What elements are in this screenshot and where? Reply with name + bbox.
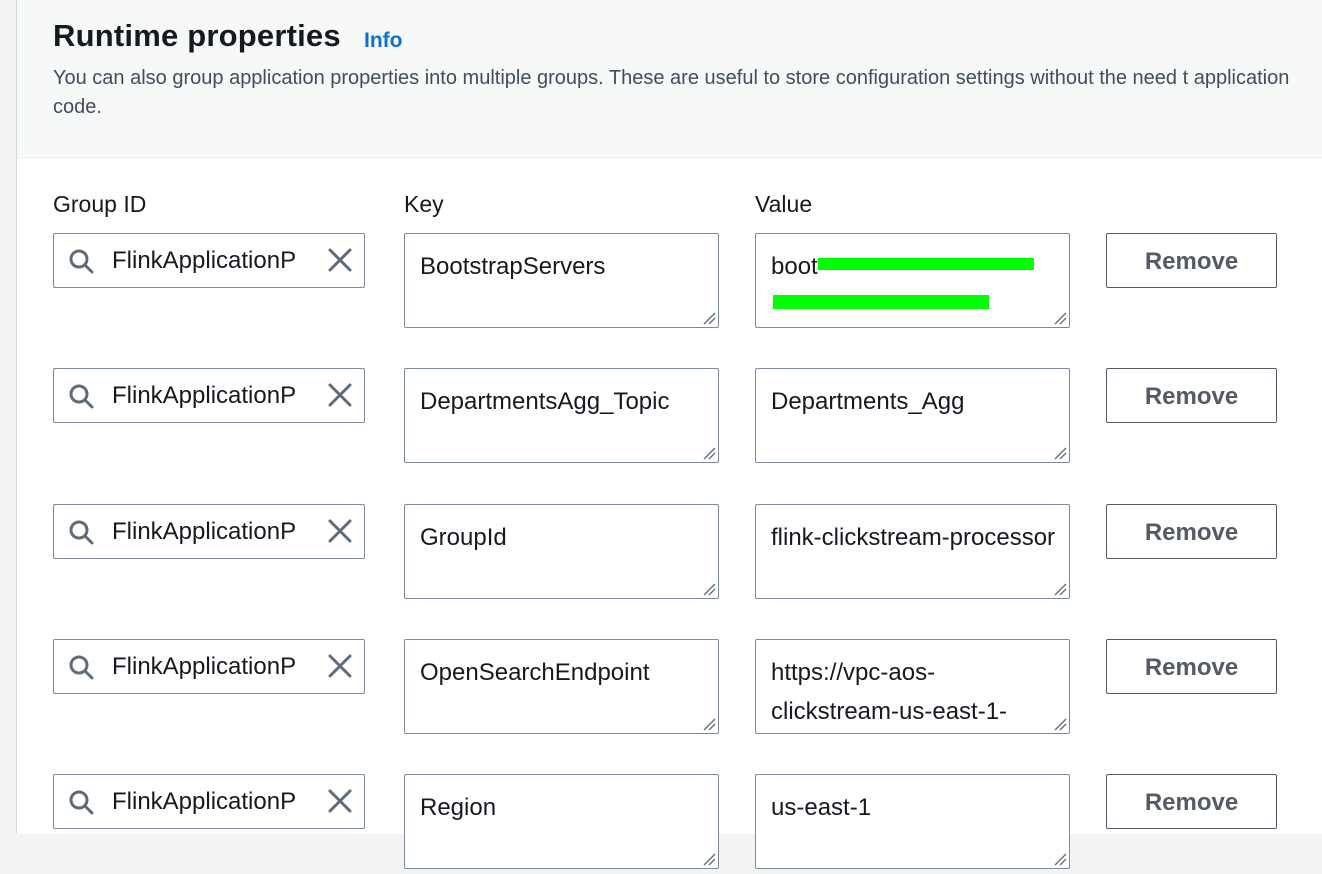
info-link[interactable]: Info [364,29,402,53]
resize-handle-icon[interactable] [1053,582,1067,596]
redaction-mark [773,295,989,309]
key-value: Region [420,794,497,821]
remove-button[interactable]: Remove [1106,639,1277,694]
property-row: FlinkApplicationP DepartmentsAgg_Topic Dep… [17,368,1322,468]
resize-handle-icon[interactable] [702,852,716,866]
property-row: FlinkApplicationP Region us-east-1 Remove [17,774,1322,874]
value-column-label: Value [755,191,813,217]
key-value: DepartmentsAgg_Topic [420,388,670,415]
group-id-value[interactable]: FlinkApplicationP [112,382,312,410]
group-id-field[interactable]: FlinkApplicationP [53,504,365,559]
key-textarea[interactable]: GroupId [404,504,719,599]
clear-icon[interactable] [326,246,354,274]
search-icon [68,654,94,680]
value-textarea[interactable]: us-east-1 [755,774,1070,869]
resize-handle-icon[interactable] [1053,717,1067,731]
value-textarea[interactable]: Departments_Agg [755,368,1070,463]
property-row: FlinkApplicationP BootstrapServers boot- Re… [17,233,1322,333]
key-value: BootstrapServers [420,253,606,280]
value-textarea[interactable]: https://vpc-aos-clickstream-us-east-1- [755,639,1070,734]
group-id-value[interactable]: FlinkApplicationP [112,653,312,681]
resize-handle-icon[interactable] [702,446,716,460]
value-value: flink-clickstream-processor [771,524,1056,551]
clear-icon[interactable] [326,517,354,545]
key-column-label: Key [404,191,444,217]
value-value: Departments_Agg [771,388,965,415]
resize-handle-icon[interactable] [702,311,716,325]
group-id-column-label: Group ID [53,191,147,217]
clear-icon[interactable] [326,381,354,409]
remove-button[interactable]: Remove [1106,774,1277,829]
search-icon [68,248,94,274]
resize-handle-icon[interactable] [1053,446,1067,460]
group-id-field[interactable]: FlinkApplicationP [53,233,365,288]
key-textarea[interactable]: DepartmentsAgg_Topic [404,368,719,463]
group-id-field[interactable]: FlinkApplicationP [53,639,365,694]
value-textarea[interactable]: flink-clickstream-processor [755,504,1070,599]
group-id-value[interactable]: FlinkApplicationP [112,247,312,275]
key-value: GroupId [420,524,507,551]
remove-button[interactable]: Remove [1106,368,1277,423]
group-id-field[interactable]: FlinkApplicationP [53,368,365,423]
search-icon [68,789,94,815]
resize-handle-icon[interactable] [702,582,716,596]
key-textarea[interactable]: Region [404,774,719,869]
search-icon [68,519,94,545]
clear-icon[interactable] [326,652,354,680]
value-value: us-east-1 [771,794,872,821]
redaction-mark [818,258,1034,270]
panel-description: You can also group application propertie… [53,67,1290,118]
remove-button[interactable]: Remove [1106,504,1277,559]
value-textarea[interactable]: boot- [755,233,1070,328]
resize-handle-icon[interactable] [702,717,716,731]
page-title: Runtime properties [53,18,341,53]
resize-handle-icon[interactable] [1053,852,1067,866]
remove-button[interactable]: Remove [1106,233,1277,288]
clear-icon[interactable] [326,787,354,815]
group-id-value[interactable]: FlinkApplicationP [112,788,312,816]
property-row: FlinkApplicationP OpenSearchEndpoint https… [17,639,1322,739]
property-row: FlinkApplicationP GroupId flink-clickstrea… [17,504,1322,604]
group-id-value[interactable]: FlinkApplicationP [112,518,312,546]
resize-handle-icon[interactable] [1053,311,1067,325]
key-textarea[interactable]: OpenSearchEndpoint [404,639,719,734]
panel-header: Runtime properties Info You can also gro… [17,0,1322,158]
group-id-field[interactable]: FlinkApplicationP [53,774,365,829]
search-icon [68,383,94,409]
key-value: OpenSearchEndpoint [420,659,650,686]
value-value: https://vpc-aos-clickstream-us-east-1- [771,659,1008,725]
runtime-properties-panel: Runtime properties Info You can also gro… [16,0,1322,869]
key-textarea[interactable]: BootstrapServers [404,233,719,328]
